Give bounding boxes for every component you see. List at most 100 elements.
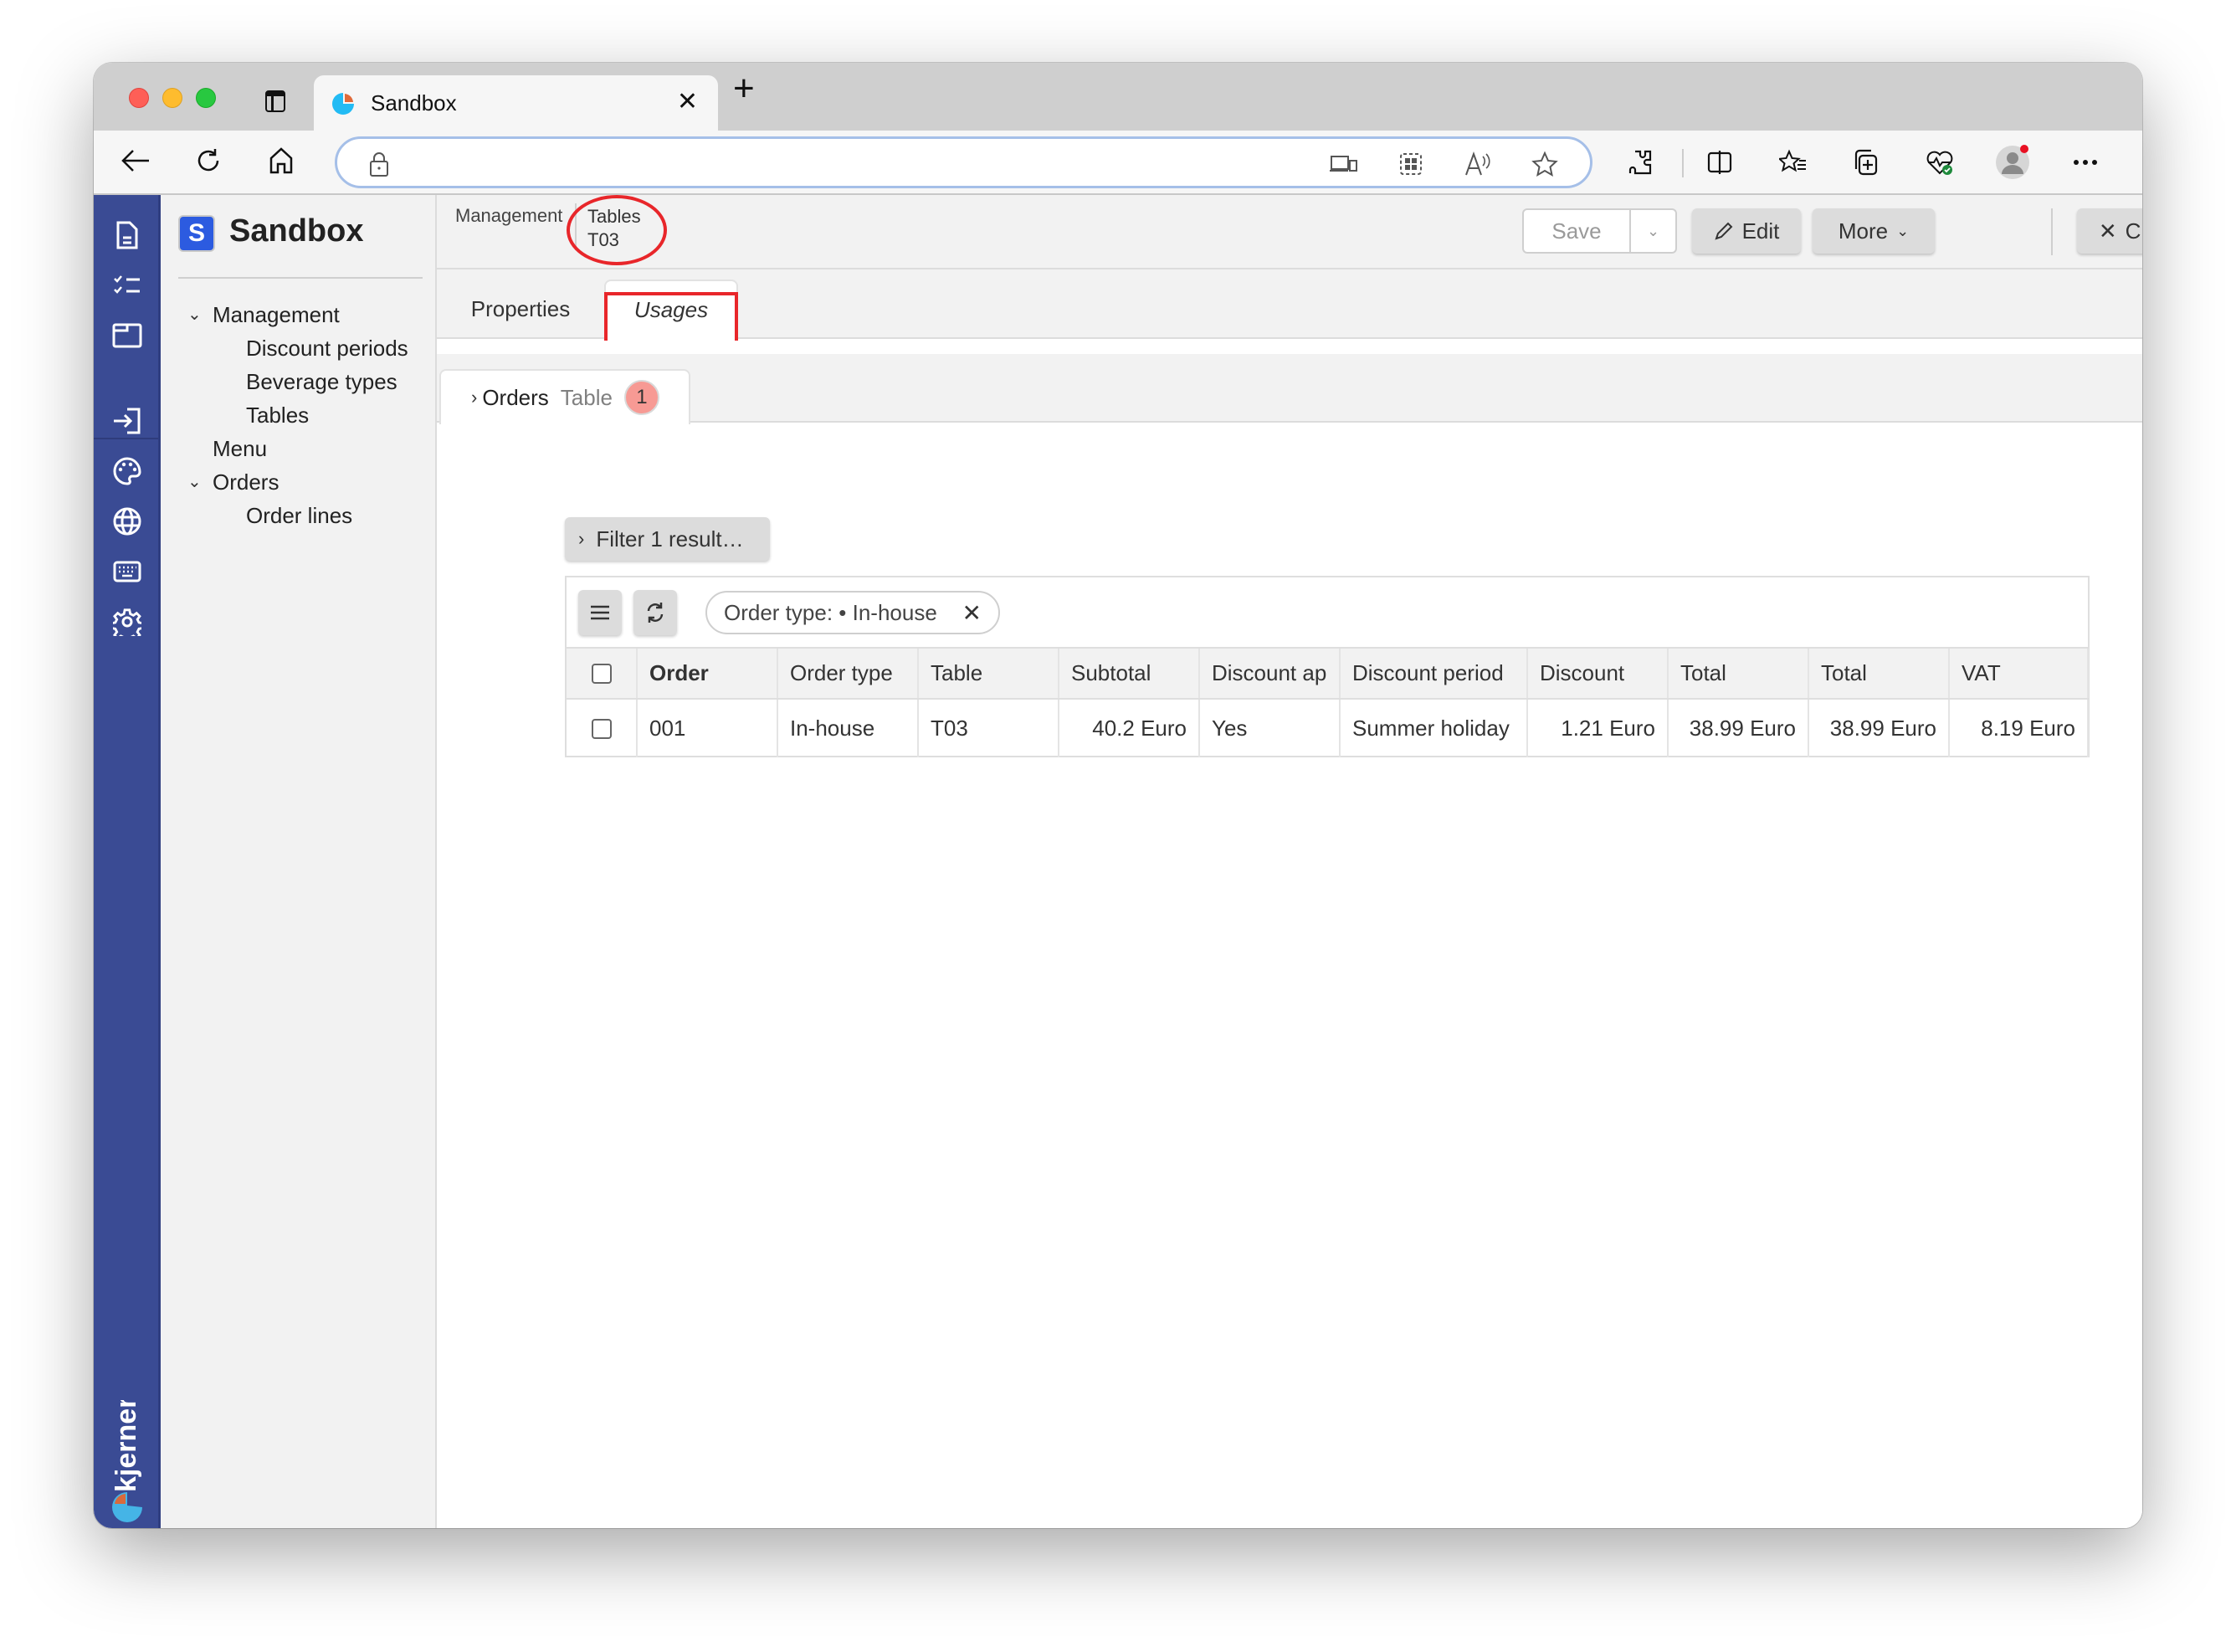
usage-tab-orders[interactable]: › Orders Table 1 bbox=[439, 369, 690, 424]
browser-essentials-icon[interactable] bbox=[1921, 144, 1958, 181]
sidebar-divider bbox=[178, 277, 423, 279]
cell-total: 38.99 Euro bbox=[1668, 699, 1809, 757]
column-header-table[interactable]: Table bbox=[918, 649, 1059, 700]
row-checkbox[interactable] bbox=[591, 718, 612, 739]
usage-tab-label: Orders bbox=[482, 384, 549, 410]
close-label: Close bbox=[2125, 218, 2142, 244]
refresh-button[interactable] bbox=[633, 590, 677, 635]
sidebar-toggle-icon[interactable] bbox=[265, 90, 285, 112]
orders-grid: Order type: • In-house ✕ Order Order typ… bbox=[565, 576, 2090, 757]
filter-chip[interactable]: Order type: • In-house ✕ bbox=[705, 591, 1000, 634]
app-logo: S bbox=[178, 215, 215, 252]
apps-icon[interactable] bbox=[1394, 147, 1428, 181]
column-header-total[interactable]: Total bbox=[1668, 649, 1809, 700]
select-all-checkbox[interactable] bbox=[591, 663, 612, 684]
favorite-star-icon[interactable] bbox=[1528, 147, 1562, 181]
more-button[interactable]: More ⌄ bbox=[1813, 208, 1935, 254]
save-options-chevron-icon[interactable]: ⌄ bbox=[1631, 210, 1675, 252]
browser-window: Sandbox ✕ + kjerner S Sandbox ⌄ Manageme… bbox=[94, 63, 2142, 1528]
chevron-right-icon: › bbox=[471, 387, 478, 408]
cell-order-type: In-house bbox=[777, 699, 919, 757]
read-aloud-icon[interactable] bbox=[1461, 147, 1495, 181]
split-screen-icon[interactable] bbox=[1701, 144, 1738, 181]
cell-table: T03 bbox=[918, 699, 1059, 757]
document-icon[interactable] bbox=[110, 218, 144, 252]
home-icon[interactable] bbox=[263, 142, 300, 179]
chevron-down-icon[interactable]: ⌄ bbox=[187, 471, 202, 492]
kjerner-brand-text: kjerner bbox=[110, 1400, 142, 1492]
column-header-order-type[interactable]: Order type bbox=[777, 649, 919, 700]
collections-icon[interactable] bbox=[1848, 144, 1885, 181]
column-header-vat[interactable]: VAT bbox=[1949, 649, 2089, 700]
cell-total-2: 38.99 Euro bbox=[1808, 699, 1950, 757]
tab-properties[interactable]: Properties bbox=[437, 280, 604, 339]
close-button[interactable]: ✕ Close bbox=[2077, 208, 2142, 254]
cell-discount-applied: Yes bbox=[1199, 699, 1341, 757]
minimize-window-button[interactable] bbox=[162, 88, 182, 108]
column-header-discount-period[interactable]: Discount period bbox=[1340, 649, 1528, 700]
reload-icon[interactable] bbox=[190, 142, 227, 179]
record-header: Management Tables T03 Save ⌄ Edit More ⌄… bbox=[437, 195, 2142, 269]
chevron-down-icon[interactable]: ⌄ bbox=[187, 304, 202, 325]
edit-label: Edit bbox=[1741, 218, 1780, 244]
window-icon[interactable] bbox=[110, 319, 144, 352]
profile-avatar[interactable] bbox=[1994, 144, 2031, 181]
chevron-down-icon: ⌄ bbox=[1896, 222, 1910, 239]
orders-table: Order Order type Table Subtotal Discount… bbox=[567, 649, 2089, 757]
close-icon: ✕ bbox=[2098, 218, 2117, 244]
sidebar-item-tables[interactable]: Tables bbox=[246, 403, 309, 428]
column-header-total-2[interactable]: Total bbox=[1808, 649, 1950, 700]
count-badge: 1 bbox=[623, 380, 659, 415]
back-icon[interactable] bbox=[117, 142, 154, 179]
remove-filter-icon[interactable]: ✕ bbox=[962, 599, 982, 627]
cell-discount-period: Summer holiday bbox=[1340, 699, 1528, 757]
breadcrumb-management[interactable]: Management bbox=[455, 205, 562, 227]
table-row[interactable]: 001 In-house T03 40.2 Euro Yes Summer ho… bbox=[567, 699, 2089, 757]
save-button[interactable]: Save bbox=[1524, 210, 1631, 252]
column-header-discount-applied[interactable]: Discount ap bbox=[1199, 649, 1341, 700]
column-header-subtotal[interactable]: Subtotal bbox=[1059, 649, 1200, 700]
browser-toolbar bbox=[94, 131, 2142, 195]
edit-button[interactable]: Edit bbox=[1692, 208, 1801, 254]
hamburger-icon bbox=[591, 605, 609, 620]
globe-icon[interactable] bbox=[110, 505, 144, 538]
extensions-icon[interactable] bbox=[1622, 144, 1659, 181]
cell-vat: 8.19 Euro bbox=[1949, 699, 2089, 757]
browser-tab[interactable]: Sandbox ✕ bbox=[314, 75, 718, 131]
columns-menu-button[interactable] bbox=[578, 590, 622, 635]
maximize-window-button[interactable] bbox=[196, 88, 216, 108]
tab-close-icon[interactable]: ✕ bbox=[677, 87, 698, 116]
new-tab-button[interactable]: + bbox=[733, 68, 755, 110]
kjerner-favicon-icon bbox=[332, 93, 354, 115]
column-header-discount[interactable]: Discount bbox=[1527, 649, 1669, 700]
device-icon[interactable] bbox=[1327, 147, 1361, 181]
checklist-icon[interactable] bbox=[110, 269, 144, 302]
sidebar-item-discount-periods[interactable]: Discount periods bbox=[246, 336, 408, 362]
icon-rail: kjerner bbox=[94, 195, 161, 1528]
gear-icon[interactable] bbox=[110, 605, 144, 639]
table-header-row: Order Order type Table Subtotal Discount… bbox=[567, 649, 2089, 700]
usage-tabs: › Orders Table 1 bbox=[437, 354, 2142, 424]
sidebar-item-order-lines[interactable]: Order lines bbox=[246, 503, 352, 529]
sidebar-item-orders[interactable]: Orders bbox=[213, 469, 279, 495]
cell-order[interactable]: 001 bbox=[637, 699, 778, 757]
sidebar-item-management[interactable]: Management bbox=[213, 302, 340, 328]
app-content: kjerner S Sandbox ⌄ Management Discount … bbox=[94, 195, 2142, 1528]
favorites-icon[interactable] bbox=[1775, 144, 1812, 181]
login-icon[interactable] bbox=[110, 404, 144, 438]
sidebar-item-menu[interactable]: Menu bbox=[213, 436, 267, 462]
address-bar[interactable] bbox=[335, 136, 1592, 188]
refresh-icon bbox=[647, 603, 664, 623]
close-window-button[interactable] bbox=[129, 88, 149, 108]
filter-chip-label: Order type: • In-house bbox=[724, 599, 937, 625]
more-menu-icon[interactable] bbox=[2067, 144, 2104, 181]
palette-icon[interactable] bbox=[110, 454, 144, 488]
keyboard-icon[interactable] bbox=[110, 555, 144, 588]
column-header-order[interactable]: Order bbox=[637, 649, 778, 700]
sidebar: S Sandbox ⌄ Management Discount periods … bbox=[161, 195, 437, 1528]
filter-button[interactable]: › Filter 1 result… bbox=[565, 517, 770, 561]
sidebar-item-beverage-types[interactable]: Beverage types bbox=[246, 369, 397, 395]
usage-tab-sublabel: Table bbox=[560, 384, 613, 410]
grid-toolbar: Order type: • In-house ✕ bbox=[567, 577, 2088, 649]
lock-icon[interactable] bbox=[362, 147, 396, 181]
